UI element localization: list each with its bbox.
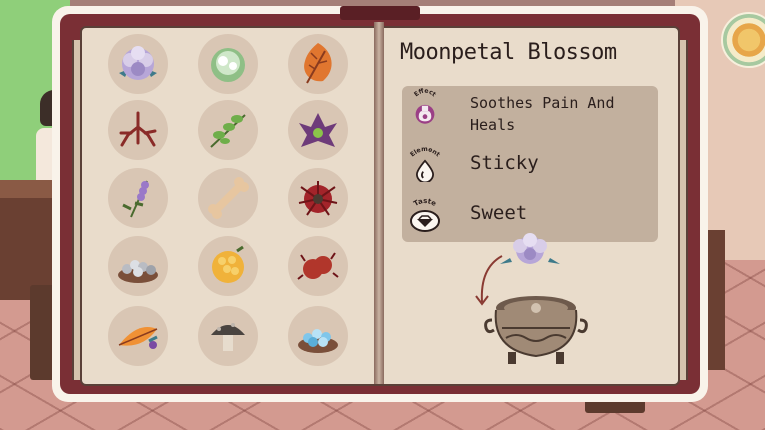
ingredient-slot[interactable] [198, 168, 258, 228]
element-row: Element Sticky [404, 146, 660, 190]
gem-mouth-icon [410, 210, 440, 232]
blue-crystal-bowl-icon [298, 329, 338, 353]
svg-text:Effect: Effect [413, 88, 437, 98]
effect-text: Soothes Pain And Heals [470, 94, 615, 134]
element-text: Sticky [470, 152, 539, 174]
effect-badge: Effect [408, 88, 442, 124]
element-tag: Element [409, 146, 441, 158]
dark-mushroom-icon [211, 323, 245, 351]
ingredient-slot[interactable] [198, 100, 258, 160]
white-cabbage-flower-icon [211, 48, 245, 82]
effect-tag-arc: Effect [413, 88, 437, 98]
book-clasp [340, 6, 420, 20]
element-tag-arc: Element [409, 146, 441, 158]
ingredient-slot[interactable] [288, 34, 348, 94]
ingredient-slot[interactable] [108, 34, 168, 94]
element-badge: Element [408, 146, 442, 182]
brewing-illustration [475, 233, 588, 364]
golden-berries-icon [212, 245, 244, 283]
svg-text:Element: Element [409, 146, 441, 158]
lavender-sprig-icon [122, 180, 149, 218]
purple-flower-icon [299, 113, 337, 147]
ingredient-slot[interactable] [108, 306, 168, 366]
ingredient-slot[interactable] [198, 306, 258, 366]
ingredient-slot[interactable] [288, 236, 348, 296]
ingredient-grid [100, 28, 370, 378]
red-spider-flower-icon [298, 181, 338, 216]
ingredient-slot[interactable] [198, 236, 258, 296]
taste-badge: Taste [408, 198, 442, 234]
red-root-icon [119, 111, 157, 147]
taste-tag: Taste [412, 198, 437, 208]
ingredient-slot[interactable] [108, 236, 168, 296]
arrow-curve [480, 255, 503, 303]
bone-icon [208, 177, 249, 219]
taste-text: Sweet [470, 202, 528, 224]
potion-bottle-icon [415, 104, 435, 124]
ingredient-slot[interactable] [288, 168, 348, 228]
silver-pebbles-bowl-icon [118, 260, 158, 283]
ingredient-slot[interactable] [108, 168, 168, 228]
orange-feather-icon [118, 327, 158, 349]
autumn-leaf-icon [304, 43, 332, 84]
ingredient-title: Moonpetal Blossom [400, 40, 617, 65]
taste-tag-arc: Taste [412, 198, 437, 208]
red-crab-berries-icon [297, 252, 339, 280]
ingredient-slot[interactable] [288, 100, 348, 160]
green-vine-icon [210, 114, 246, 148]
ingredient-slot[interactable] [198, 34, 258, 94]
effect-row: Effect Soothes Pain And Heals [404, 88, 660, 144]
droplet-icon [415, 159, 435, 182]
ingredient-slot[interactable] [108, 100, 168, 160]
cauldron-icon [484, 296, 588, 364]
moonpetal-blossom-small-icon [500, 233, 560, 264]
book-spine [374, 22, 384, 384]
svg-text:Taste: Taste [412, 198, 437, 208]
effect-tag: Effect [413, 88, 437, 98]
ingredient-slot[interactable] [288, 306, 348, 366]
moonpetal-blossom-icon [119, 46, 157, 80]
